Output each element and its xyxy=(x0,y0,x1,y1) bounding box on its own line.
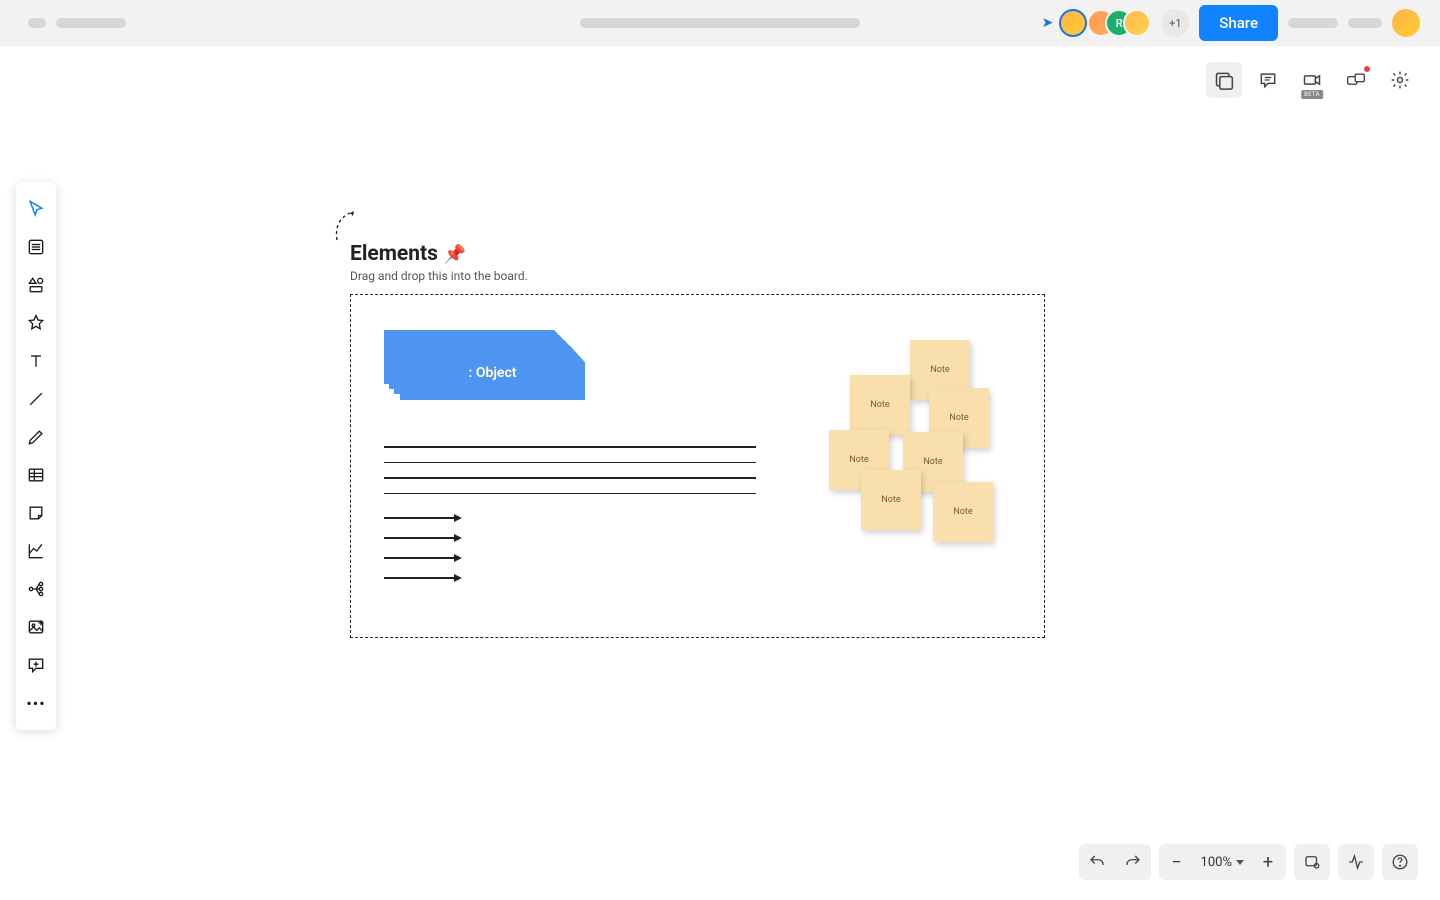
line-elements[interactable] xyxy=(384,446,756,508)
line-element[interactable] xyxy=(384,477,756,479)
bottom-controls: − 100% + xyxy=(1079,844,1418,880)
arrow-element[interactable] xyxy=(384,554,462,562)
elements-heading: Elements 📌 xyxy=(350,242,466,266)
arrow-element[interactable] xyxy=(384,514,462,522)
zoom-level[interactable]: 100% xyxy=(1195,855,1250,870)
sticky-note[interactable]: Note xyxy=(933,482,993,542)
zoom-out-button[interactable]: − xyxy=(1159,844,1195,880)
arrow-element[interactable] xyxy=(384,574,462,582)
sticky-notes-cluster[interactable]: Note Note Note Note Note Note Note xyxy=(825,330,1025,560)
line-element[interactable] xyxy=(384,462,756,464)
board-canvas[interactable]: Elements 📌 Drag and drop this into the b… xyxy=(0,0,1440,900)
sticky-note[interactable]: Note xyxy=(850,375,910,435)
undo-button[interactable] xyxy=(1079,844,1115,880)
fit-view-button[interactable] xyxy=(1294,844,1330,880)
elements-subtitle: Drag and drop this into the board. xyxy=(350,269,528,283)
redo-button[interactable] xyxy=(1115,844,1151,880)
history-group xyxy=(1079,844,1151,880)
chevron-down-icon xyxy=(1236,860,1244,865)
zoom-group: − 100% + xyxy=(1159,844,1286,880)
help-button[interactable] xyxy=(1382,844,1418,880)
zoom-in-button[interactable]: + xyxy=(1250,844,1286,880)
line-element[interactable] xyxy=(384,446,756,448)
line-element[interactable] xyxy=(384,493,756,495)
object-card[interactable]: : Object xyxy=(400,346,585,400)
activity-button[interactable] xyxy=(1338,844,1374,880)
arrow-elements[interactable] xyxy=(384,514,462,594)
arrow-element[interactable] xyxy=(384,534,462,542)
elements-title-text: Elements xyxy=(350,242,438,266)
sticky-note[interactable]: Note xyxy=(861,470,921,530)
arrow-decoration-icon xyxy=(332,205,372,245)
pin-icon: 📌 xyxy=(444,244,466,265)
